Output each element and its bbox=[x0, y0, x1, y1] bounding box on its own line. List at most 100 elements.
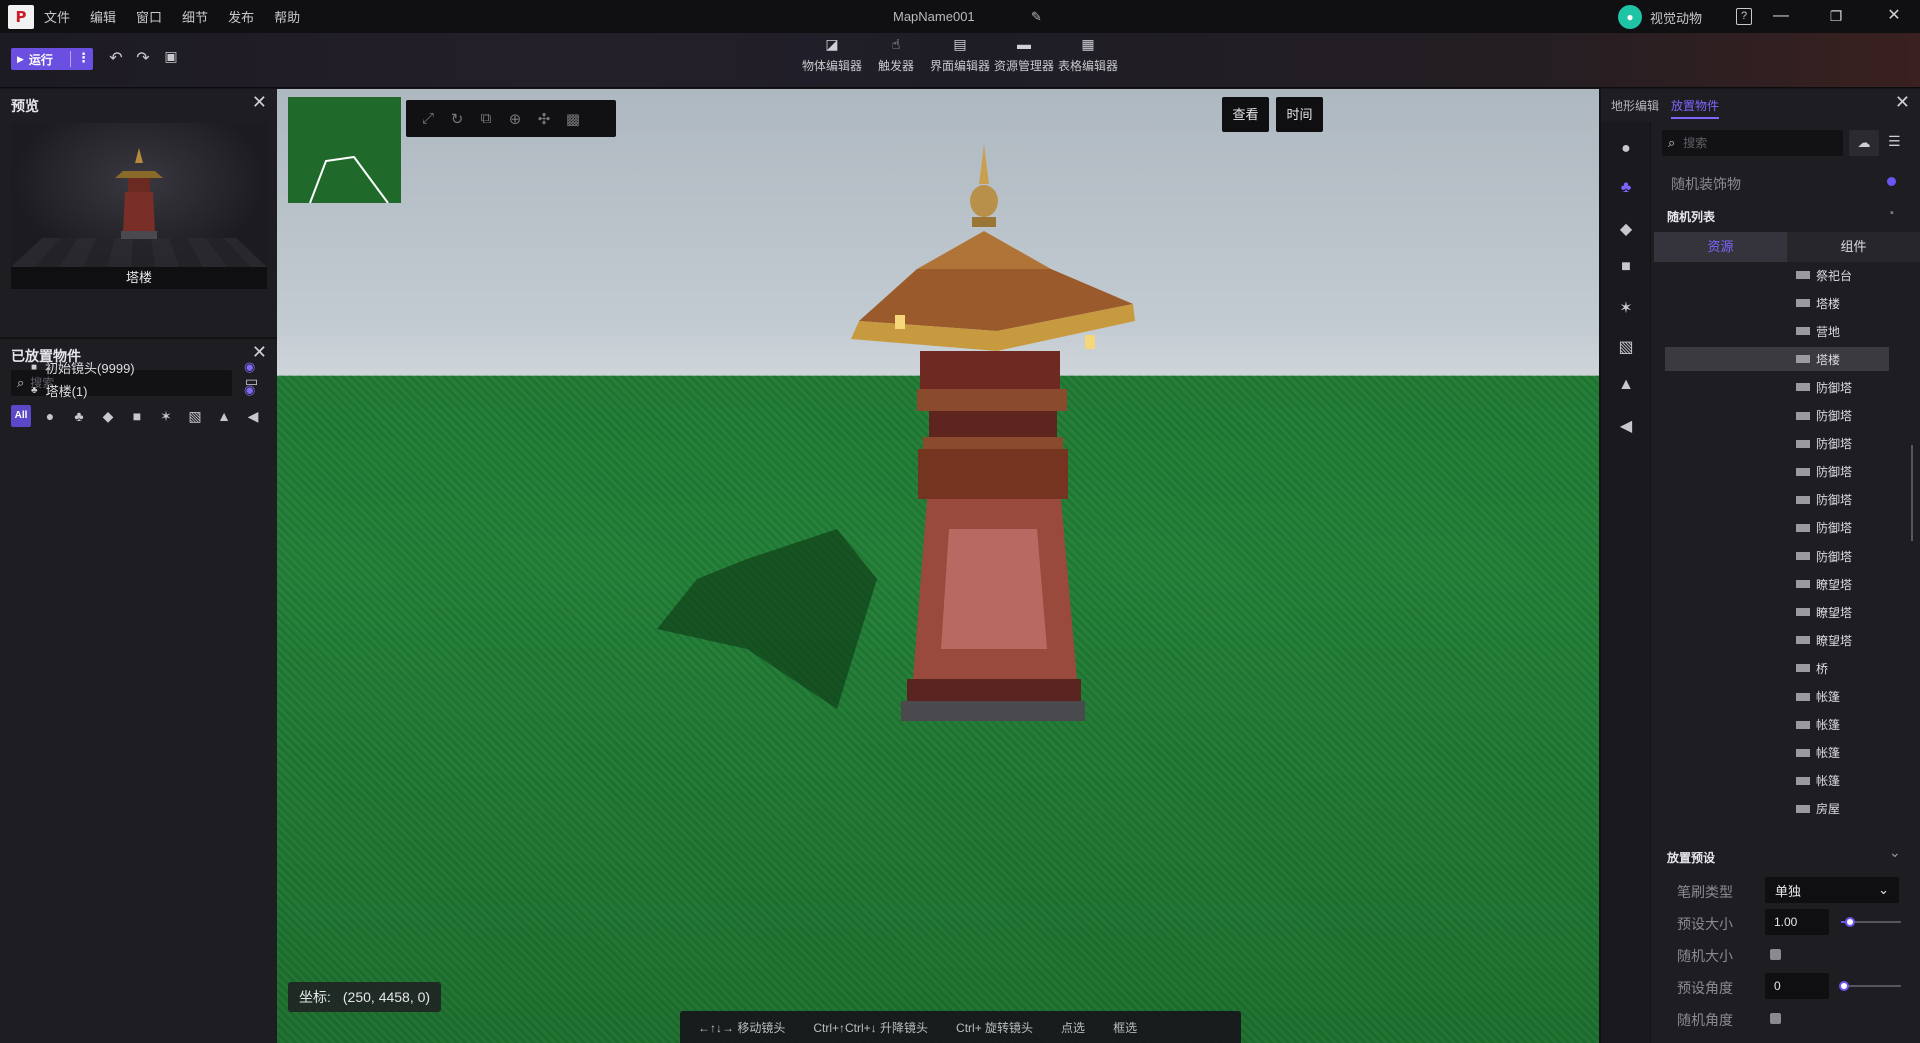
rotate-icon[interactable]: ↻ bbox=[448, 110, 466, 128]
close-icon[interactable]: ✕ bbox=[1879, 4, 1909, 28]
asset-search-box[interactable]: ⌕ bbox=[1662, 130, 1843, 156]
run-button[interactable]: ▶ 运行 ⋮ bbox=[11, 48, 93, 70]
effect-icon[interactable]: ✶ bbox=[1615, 298, 1637, 318]
folder-icon[interactable]: ▪ bbox=[1890, 207, 1894, 219]
restore-icon[interactable]: ❐ bbox=[1821, 4, 1851, 28]
visibility-eye-icon[interactable]: ◉ bbox=[244, 359, 255, 375]
help-icon[interactable]: ? bbox=[1736, 8, 1752, 25]
crosshair-icon[interactable]: ⊕ bbox=[506, 110, 524, 128]
menu-window[interactable]: 窗口 bbox=[136, 7, 162, 26]
menu-file[interactable]: 文件 bbox=[44, 7, 70, 26]
minimap[interactable] bbox=[288, 97, 401, 204]
effect-icon[interactable]: ✶ bbox=[156, 405, 176, 427]
tree-icon[interactable]: ♣ bbox=[69, 405, 89, 427]
minimize-icon[interactable]: — bbox=[1766, 4, 1796, 28]
menu-edit[interactable]: 编辑 bbox=[90, 7, 116, 26]
camera-icon[interactable]: ■ bbox=[1615, 258, 1637, 276]
asset-manager-button[interactable]: ▬ 资源管理器 bbox=[991, 37, 1057, 74]
asset-item[interactable]: 防御塔 bbox=[1654, 432, 1914, 456]
grid-icon[interactable]: ▩ bbox=[564, 110, 582, 128]
person-icon[interactable]: ● bbox=[1615, 140, 1637, 158]
region-icon[interactable]: ▧ bbox=[185, 405, 205, 427]
avatar[interactable]: ● bbox=[1617, 5, 1642, 29]
asset-item[interactable]: 防御塔 bbox=[1654, 404, 1914, 428]
asset-item[interactable]: 防御塔 bbox=[1654, 460, 1914, 484]
sound-icon[interactable]: ◀ bbox=[243, 405, 263, 427]
asset-item[interactable]: 防御塔 bbox=[1654, 488, 1914, 512]
asset-item[interactable]: 房屋 bbox=[1654, 797, 1914, 821]
slider-knob[interactable] bbox=[1845, 917, 1855, 927]
tab-terrain-edit[interactable]: 地形编辑 bbox=[1611, 97, 1659, 119]
cube-icon[interactable]: ◆ bbox=[98, 405, 118, 427]
asset-item[interactable]: 桥 bbox=[1654, 656, 1914, 680]
menu-help[interactable]: 帮助 bbox=[274, 7, 300, 26]
slider-knob[interactable] bbox=[1839, 981, 1849, 991]
person-icon[interactable]: ● bbox=[40, 405, 60, 427]
random-decor-toggle[interactable] bbox=[1887, 177, 1896, 186]
tab-place-objects[interactable]: 放置物件 bbox=[1671, 97, 1720, 119]
rename-icon[interactable]: ✎ bbox=[1031, 9, 1042, 25]
asset-item[interactable]: 营地 bbox=[1654, 319, 1914, 343]
snap-icon[interactable]: ✣ bbox=[535, 110, 553, 128]
visibility-eye-icon[interactable]: ◉ bbox=[244, 382, 255, 398]
undo-icon[interactable]: ↶ bbox=[106, 48, 126, 68]
asset-item[interactable]: 帐篷 bbox=[1654, 713, 1914, 737]
asset-item[interactable]: 防御塔 bbox=[1654, 544, 1914, 568]
tree-icon[interactable]: ♣ bbox=[1615, 179, 1637, 197]
asset-item[interactable]: 帐篷 bbox=[1654, 685, 1914, 709]
asset-item[interactable]: 防御塔 bbox=[1654, 516, 1914, 540]
asset-list-scrollbar[interactable] bbox=[1911, 445, 1913, 541]
filter-all-button[interactable]: All bbox=[11, 405, 31, 427]
close-icon[interactable]: ✕ bbox=[1895, 92, 1910, 113]
sound-icon[interactable]: ◀ bbox=[1615, 416, 1637, 436]
random-angle-checkbox[interactable] bbox=[1770, 1013, 1781, 1024]
user-info[interactable]: ● 视觉动物 bbox=[1617, 5, 1702, 29]
asset-item[interactable]: 瞭望塔 bbox=[1654, 600, 1914, 624]
view-button[interactable]: 查看 bbox=[1222, 97, 1269, 132]
object-editor-button[interactable]: ◪ 物体编辑器 bbox=[799, 37, 865, 74]
run-more-icon[interactable]: ⋮ bbox=[77, 50, 90, 66]
preset-angle-slider[interactable] bbox=[1839, 981, 1901, 991]
time-button[interactable]: 时间 bbox=[1276, 97, 1323, 132]
menu-publish[interactable]: 发布 bbox=[228, 7, 254, 26]
scale-icon[interactable]: ⧉ bbox=[477, 110, 495, 127]
fullscreen-icon[interactable]: ⤢ bbox=[419, 110, 437, 127]
tree-item-camera[interactable]: ■ 初始镜头(9999) bbox=[31, 357, 135, 377]
asset-search-input[interactable] bbox=[1683, 136, 1834, 150]
cloud-icon[interactable]: ☁ bbox=[1849, 130, 1879, 156]
asset-item[interactable]: 塔楼 bbox=[1654, 291, 1914, 315]
brush-type-select[interactable]: 单独 ⌄ bbox=[1765, 877, 1899, 903]
tower-model[interactable] bbox=[277, 89, 1599, 1043]
table-editor-button[interactable]: ▦ 表格编辑器 bbox=[1055, 37, 1121, 74]
terrain-icon[interactable]: ▲ bbox=[1615, 376, 1637, 394]
preset-size-slider[interactable] bbox=[1841, 917, 1901, 927]
menu-detail[interactable]: 细节 bbox=[182, 7, 208, 26]
chevron-down-icon[interactable]: ⌄ bbox=[1889, 844, 1901, 861]
preset-size-input[interactable]: 1.00 bbox=[1765, 909, 1829, 935]
table-icon: ▦ bbox=[1081, 36, 1095, 52]
asset-item[interactable]: 塔楼 bbox=[1665, 347, 1889, 372]
asset-item[interactable]: 瞭望塔 bbox=[1654, 572, 1914, 596]
tab-assets[interactable]: 资源 bbox=[1654, 232, 1787, 262]
region-icon[interactable]: ▧ bbox=[1615, 337, 1637, 357]
cube-icon[interactable]: ◆ bbox=[1615, 219, 1637, 239]
list-icon[interactable]: ☰ bbox=[1888, 133, 1901, 150]
trigger-button[interactable]: ☝ 触发器 bbox=[863, 37, 929, 74]
terrain-icon[interactable]: ▲ bbox=[214, 405, 234, 427]
preset-angle-input[interactable]: 0 bbox=[1765, 973, 1829, 999]
asset-item[interactable]: 瞭望塔 bbox=[1654, 628, 1914, 652]
redo-icon[interactable]: ↷ bbox=[133, 48, 153, 68]
save-icon[interactable]: ▣ bbox=[161, 48, 181, 65]
asset-item[interactable]: 祭祀台 bbox=[1654, 263, 1914, 287]
scene-viewport[interactable]: ⤢ ↻ ⧉ ⊕ ✣ ▩ 查看 时间 坐标: (250, 4458, 0) ←↑↓… bbox=[277, 89, 1599, 1043]
close-icon[interactable]: ✕ bbox=[252, 92, 267, 113]
asset-item[interactable]: 防御塔 bbox=[1654, 375, 1914, 399]
hint-bar: ←↑↓→ 移动镜头 Ctrl+↑Ctrl+↓ 升降镜头 Ctrl+ 旋转镜头 点… bbox=[680, 1011, 1241, 1043]
asset-item[interactable]: 帐篷 bbox=[1654, 741, 1914, 765]
random-size-checkbox[interactable] bbox=[1770, 949, 1781, 960]
ui-editor-button[interactable]: ▤ 界面编辑器 bbox=[927, 37, 993, 74]
tree-item-tower[interactable]: ♣ 塔楼(1) bbox=[31, 380, 87, 400]
asset-item[interactable]: 帐篷 bbox=[1654, 769, 1914, 793]
tab-components[interactable]: 组件 bbox=[1787, 232, 1920, 262]
camera-icon[interactable]: ■ bbox=[127, 405, 147, 427]
